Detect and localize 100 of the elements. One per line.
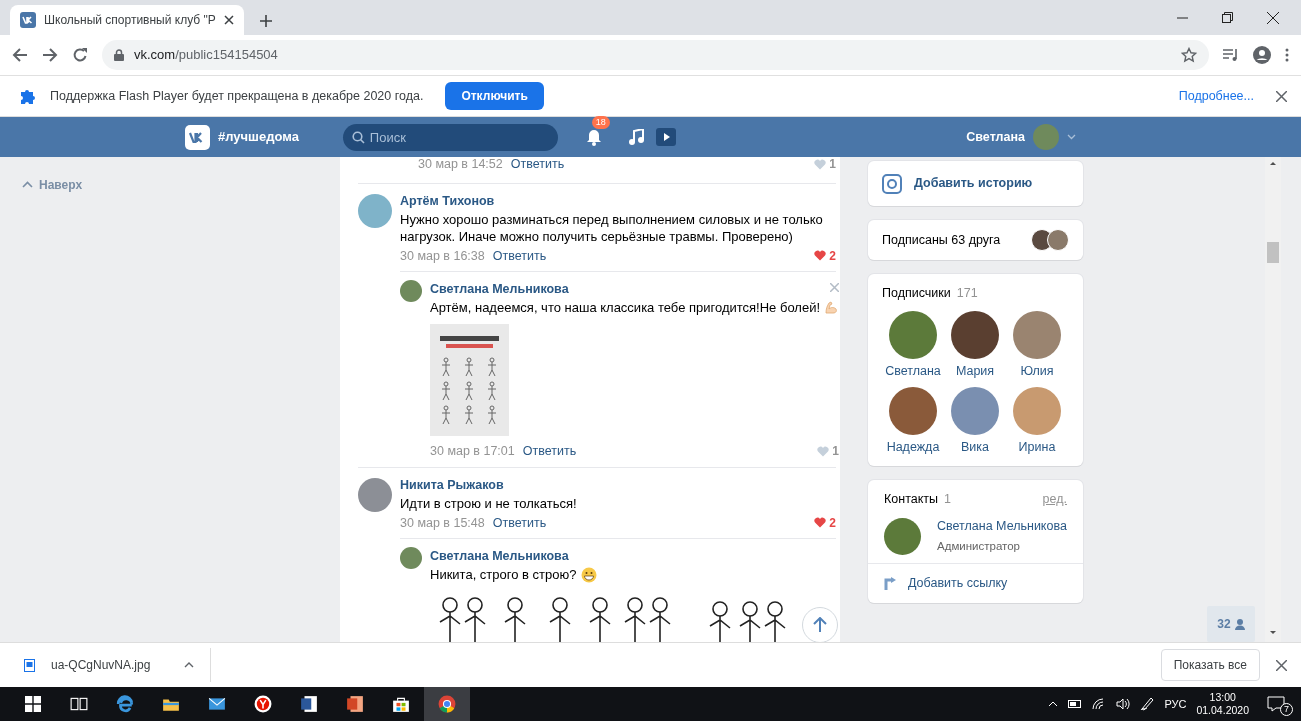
user-name[interactable]: Светлана [966, 127, 1025, 147]
follower-avatar[interactable] [889, 386, 937, 435]
arrow-icon [884, 577, 896, 590]
follower-avatar[interactable] [889, 310, 937, 359]
comment-text: Нужно хорошо разминаться перед выполнением силовых и не только нагрузок. Иначе можно получить серьёзные травмы. Проверено) [400, 210, 824, 245]
author-name[interactable]: Никита Рыжаков [400, 475, 836, 495]
follower-name[interactable]: Ирина [1018, 437, 1056, 457]
close-icon[interactable] [223, 15, 234, 25]
comment-text: Идти в строю и не толкаться! [400, 494, 578, 512]
flexed-arm-emoji-icon [824, 300, 840, 315]
lock-icon [114, 49, 124, 61]
comment-date: 30 мар в 16:38 [400, 247, 485, 265]
follower-name[interactable]: Надежда [886, 437, 940, 457]
contact-name[interactable]: Светлана Мельникова [937, 517, 1067, 536]
back-icon[interactable] [12, 47, 28, 63]
vk-logo-icon[interactable] [185, 124, 210, 150]
friends-following-text[interactable]: Подписаны 63 друга [882, 230, 1001, 250]
reply-link[interactable]: Ответить [522, 442, 577, 461]
taskbar-app[interactable] [424, 687, 470, 721]
image-file-icon [24, 658, 35, 672]
account-icon[interactable] [1253, 46, 1271, 64]
menu-icon[interactable] [1285, 48, 1289, 62]
browser-icon [438, 695, 456, 713]
media-controls-icon[interactable] [1223, 48, 1239, 62]
author-name[interactable]: Светлана Мельникова [430, 547, 569, 566]
follower-name[interactable]: Светлана [885, 361, 941, 381]
follower-name[interactable]: Мария [955, 361, 995, 381]
comment-text: Артём, надеемся, что наша классика тебе пригодится!Не болей! [430, 299, 821, 316]
close-icon[interactable] [1276, 90, 1287, 102]
section-title[interactable]: Подписчики [882, 284, 951, 303]
like-count: 2 [829, 514, 836, 532]
follower-name[interactable]: Вика [961, 437, 989, 457]
browser-icon [116, 695, 134, 713]
speaker-icon[interactable] [1116, 698, 1131, 710]
reply-link[interactable]: Ответить [510, 157, 565, 174]
contact-role: Администратор [937, 538, 1021, 554]
show-all-button[interactable]: Показать все [1160, 649, 1260, 681]
battery-icon[interactable] [1068, 700, 1083, 708]
comment-date: 30 мар в 17:01 [430, 443, 515, 460]
section-title[interactable]: Контакты [884, 490, 938, 509]
heart-icon[interactable] [814, 250, 827, 262]
user-avatar[interactable] [358, 477, 392, 512]
music-note-icon[interactable] [628, 129, 644, 145]
mail-icon [208, 695, 226, 713]
caret-down-icon[interactable] [1067, 134, 1076, 140]
address-field[interactable]: vk.com/public154154504 [102, 40, 1209, 70]
task-view-icon [70, 695, 88, 713]
forward-icon[interactable] [42, 47, 58, 63]
star-icon[interactable] [1181, 47, 1197, 63]
comment-date: 30 мар в 15:48 [400, 514, 485, 532]
notifications-button[interactable]: 7 [1267, 692, 1293, 716]
hashtag-title[interactable]: #лучшедома [218, 127, 299, 147]
more-link[interactable]: Подробнее... [1178, 86, 1254, 106]
follower-name[interactable]: Юлия [1020, 361, 1054, 381]
contact-avatar[interactable] [884, 517, 921, 555]
like-count: 1 [829, 157, 836, 174]
puzzle-piece-icon [20, 88, 36, 104]
input-language[interactable]: РУС [1164, 695, 1187, 713]
browser-tab[interactable]: Школьный спортивный клуб "Р [10, 5, 244, 35]
comment-date: 30 мар в 14:52 [418, 157, 503, 173]
comment-text: Никита, строго в строю? [430, 566, 577, 583]
like-count: 1 [832, 443, 840, 461]
like-count: 2 [829, 247, 836, 265]
document-app-icon [300, 695, 318, 713]
friend-avatar[interactable] [1047, 229, 1069, 251]
add-story-link[interactable]: Добавить историю [914, 174, 1033, 193]
new-tab-icon[interactable] [259, 15, 272, 27]
bell-icon[interactable] [585, 129, 602, 147]
person-icon [1234, 618, 1245, 630]
reply-link[interactable]: Ответить [492, 513, 547, 533]
minimize-icon[interactable] [1177, 16, 1188, 19]
notification-count: 18 [591, 116, 610, 129]
disable-button[interactable]: Отключить [445, 82, 544, 110]
reply-link[interactable]: Ответить [492, 246, 547, 266]
exercise-poster-image[interactable] [430, 324, 509, 436]
arrow-up-icon [813, 617, 827, 633]
grinning-face-emoji-icon [580, 566, 597, 583]
play-icon[interactable] [655, 128, 676, 146]
taskbar-clock[interactable]: 13:00 01.04.2020 [1196, 691, 1249, 717]
shopping-bag-icon [392, 695, 410, 713]
close-icon[interactable] [1276, 659, 1287, 671]
user-avatar[interactable] [400, 547, 422, 570]
windows-start-icon[interactable] [25, 696, 41, 712]
caret-up-icon[interactable] [184, 662, 195, 668]
follower-avatar[interactable] [951, 310, 999, 359]
caret-up-icon [22, 181, 33, 188]
user-avatar[interactable] [400, 280, 422, 303]
y-circle-icon [254, 695, 272, 713]
download-file-name[interactable]: ua-QCgNuvNA.jpg [51, 656, 151, 674]
scrollbar[interactable] [1265, 157, 1281, 642]
infobar-message: Поддержка Flash Player будет прекращена в декабре 2020 года. [50, 87, 424, 105]
author-name[interactable]: Светлана Мельникова [430, 280, 569, 299]
search-field[interactable]: Поиск [342, 123, 558, 151]
pen-icon[interactable] [1140, 697, 1155, 711]
close-icon[interactable] [1267, 11, 1279, 24]
author-name[interactable]: Артём Тихонов [400, 191, 836, 211]
heart-icon[interactable] [814, 517, 827, 529]
restore-icon[interactable] [1222, 12, 1233, 23]
add-link[interactable]: Добавить ссылку [908, 574, 1008, 593]
reload-icon[interactable] [72, 47, 88, 63]
